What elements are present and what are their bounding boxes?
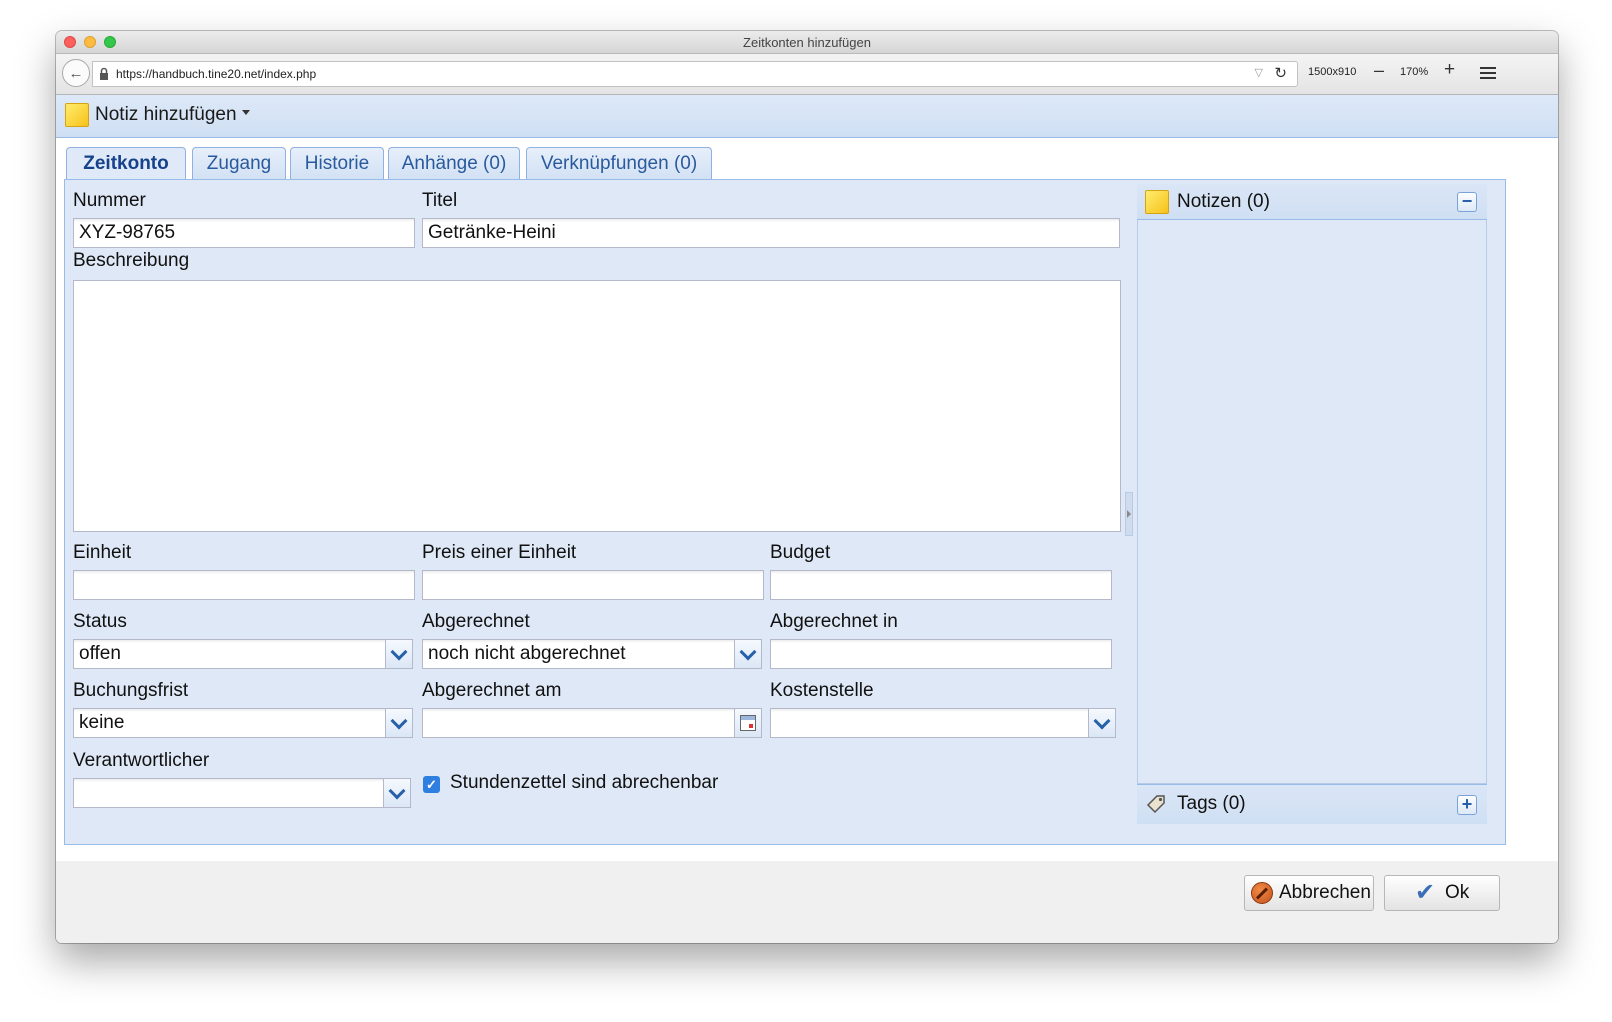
cancel-button[interactable]: Abbrechen <box>1244 875 1374 911</box>
preis-field[interactable] <box>422 570 764 600</box>
ok-button[interactable]: ✔ Ok <box>1384 875 1500 911</box>
nummer-field[interactable]: XYZ-98765 <box>73 218 415 248</box>
calendar-icon <box>740 715 756 731</box>
lock-icon <box>100 67 108 80</box>
checkmark-icon: ✓ <box>426 776 437 792</box>
tags-title: Tags (0) <box>1177 793 1246 814</box>
cancel-icon <box>1251 882 1273 904</box>
title-bar: Zeitkonten hinzufügen <box>56 31 1558 54</box>
buchungsfrist-dropdown-trigger[interactable] <box>385 708 413 738</box>
collapse-notes-button[interactable]: − <box>1457 192 1477 212</box>
tab-zeitkonto[interactable]: Zeitkonto <box>66 147 186 181</box>
buchungsfrist-select[interactable]: keine <box>73 708 413 738</box>
chevron-down-icon <box>388 782 406 799</box>
titel-field[interactable]: Getränke-Heini <box>422 218 1120 248</box>
status-select[interactable]: offen <box>73 639 413 669</box>
chevron-down-icon <box>390 643 408 660</box>
notes-title: Notizen (0) <box>1177 191 1270 212</box>
back-arrow-icon: ← <box>68 64 84 82</box>
checkmark-icon: ✔ <box>1415 879 1436 906</box>
status-value: offen <box>79 643 121 664</box>
chevron-down-icon <box>390 712 408 729</box>
browser-window: Zeitkonten hinzufügen ← https://handbuch… <box>56 31 1558 943</box>
dropdown-arrow-icon[interactable] <box>242 110 250 115</box>
zoom-in-button[interactable]: + <box>1444 59 1455 81</box>
einheit-label: Einheit <box>73 542 132 563</box>
kostenstelle-label: Kostenstelle <box>770 680 874 701</box>
viewport-size[interactable]: 1500x910 <box>1308 66 1356 78</box>
kostenstelle-select[interactable] <box>770 708 1116 738</box>
tab-anhaenge[interactable]: Anhänge (0) <box>388 147 520 179</box>
verantwortlicher-dropdown-trigger[interactable] <box>383 778 411 808</box>
zoom-level[interactable]: 170% <box>1400 66 1428 78</box>
billable-label: Stundenzettel sind abrechenbar <box>450 772 719 793</box>
kostenstelle-dropdown-trigger[interactable] <box>1088 708 1116 738</box>
abgerechnet-in-label: Abgerechnet in <box>770 611 898 632</box>
dialog-content: Notiz hinzufügen Zeitkonto Zugang Histor… <box>56 95 1558 943</box>
status-label: Status <box>73 611 127 632</box>
titel-label: Titel <box>422 190 458 211</box>
tag-icon <box>1146 795 1165 814</box>
einheit-field[interactable] <box>73 570 415 600</box>
form-panel: Nummer XYZ-98765 Titel Getränke-Heini Be… <box>64 179 1506 845</box>
url-field[interactable]: https://handbuch.tine20.net/index.php ▽ … <box>92 61 1298 87</box>
abgerechnet-am-label: Abgerechnet am <box>422 680 562 701</box>
verantwortlicher-label: Verantwortlicher <box>73 750 210 771</box>
tab-historie[interactable]: Historie <box>290 147 384 179</box>
verantwortlicher-select[interactable] <box>73 778 411 808</box>
window-title: Zeitkonten hinzufügen <box>743 35 871 50</box>
preis-label: Preis einer Einheit <box>422 542 577 563</box>
abgerechnet-label: Abgerechnet <box>422 611 530 632</box>
notes-panel-body <box>1137 220 1487 784</box>
abgerechnet-value: noch nicht abgerechnet <box>428 643 626 664</box>
side-panel-splitter[interactable] <box>1125 492 1133 536</box>
reload-icon[interactable]: ↻ <box>1274 64 1287 82</box>
nummer-label: Nummer <box>73 190 146 211</box>
beschreibung-textarea[interactable] <box>73 280 1121 532</box>
dialog-toolbar: Notiz hinzufügen <box>56 95 1558 138</box>
tab-verknuepfungen[interactable]: Verknüpfungen (0) <box>526 147 712 179</box>
tags-panel-header: Tags (0) + <box>1137 784 1487 824</box>
ok-label: Ok <box>1445 882 1470 903</box>
zoom-out-button[interactable]: – <box>1374 60 1384 81</box>
back-button[interactable]: ← <box>62 59 90 87</box>
tab-strip: Zeitkonto Zugang Historie Anhänge (0) Ve… <box>66 147 1548 181</box>
note-icon <box>1145 190 1169 214</box>
navigation-bar: ← https://handbuch.tine20.net/index.php … <box>56 54 1558 95</box>
cancel-label: Abbrechen <box>1279 882 1371 903</box>
date-picker-trigger[interactable] <box>734 708 762 738</box>
abgerechnet-dropdown-trigger[interactable] <box>734 639 762 669</box>
billable-checkbox[interactable]: ✓ <box>423 776 440 793</box>
abgerechnet-am-datefield[interactable] <box>422 708 762 738</box>
chevron-down-icon <box>739 643 757 660</box>
abgerechnet-in-field[interactable] <box>770 639 1112 669</box>
abgerechnet-select[interactable]: noch nicht abgerechnet <box>422 639 762 669</box>
dialog-footer: Abbrechen ✔ Ok <box>56 861 1558 943</box>
budget-field[interactable] <box>770 570 1112 600</box>
add-tag-button[interactable]: + <box>1457 795 1477 815</box>
notes-panel-header: Notizen (0) − <box>1137 184 1487 220</box>
url-dropdown-icon[interactable]: ▽ <box>1255 66 1263 79</box>
hamburger-menu-icon[interactable] <box>1480 67 1496 79</box>
beschreibung-label: Beschreibung <box>73 250 190 271</box>
status-dropdown-trigger[interactable] <box>385 639 413 669</box>
chevron-down-icon <box>1093 712 1111 729</box>
budget-label: Budget <box>770 542 831 563</box>
url-text: https://handbuch.tine20.net/index.php <box>116 67 317 81</box>
buchungsfrist-value: keine <box>79 712 125 733</box>
note-icon <box>65 103 89 127</box>
buchungsfrist-label: Buchungsfrist <box>73 680 189 701</box>
add-note-button[interactable]: Notiz hinzufügen <box>95 104 237 126</box>
tab-zugang[interactable]: Zugang <box>192 147 286 179</box>
